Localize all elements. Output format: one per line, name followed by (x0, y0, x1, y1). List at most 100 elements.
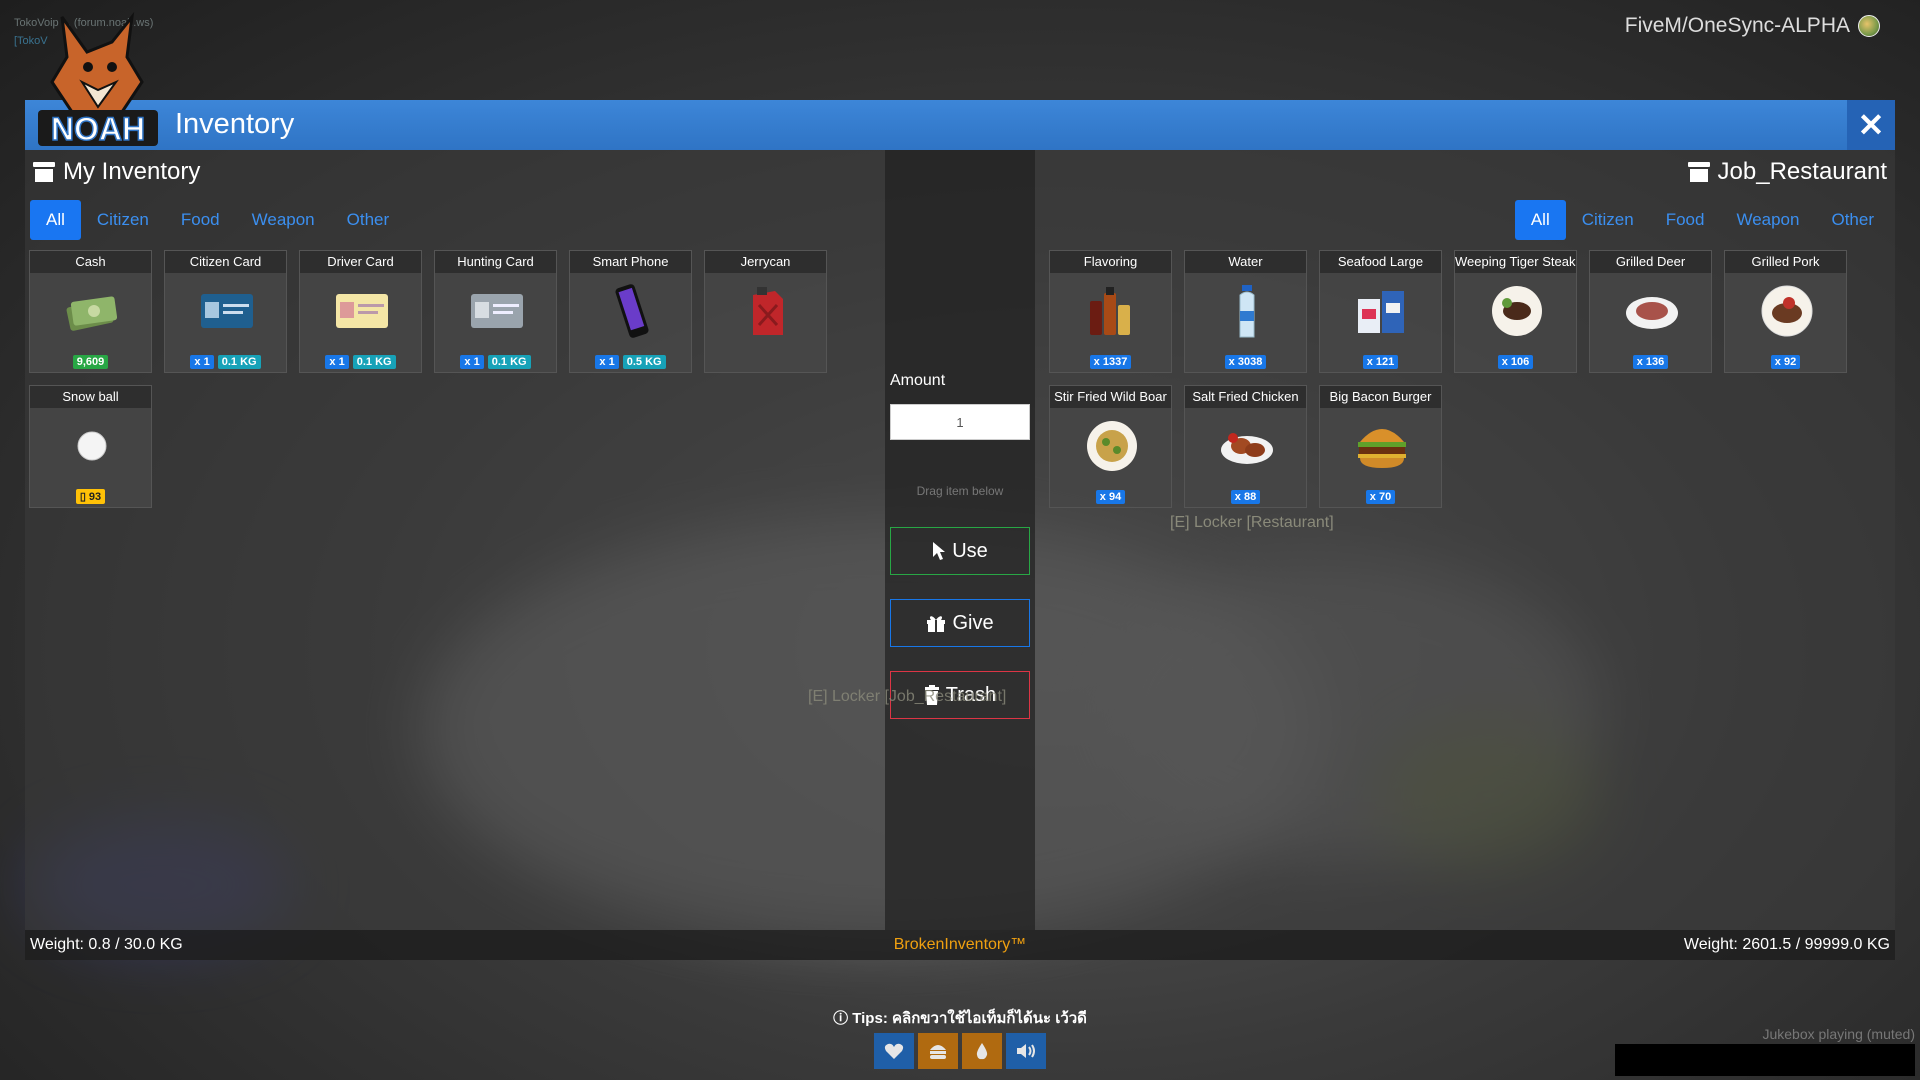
item-badge: 0.5 KG (622, 355, 666, 369)
item-badge: x 1337 (1089, 355, 1132, 369)
job-restaurant-header: Job_Restaurant (1687, 158, 1887, 186)
use-button[interactable]: Use (890, 527, 1030, 575)
item-slot[interactable]: Stir Fried Wild Boar x 94 (1049, 385, 1172, 508)
jukebox-bar (1615, 1044, 1915, 1076)
burger-icon (918, 1033, 958, 1069)
item-slot[interactable]: Seafood Large x 121 (1319, 250, 1442, 373)
item-name: Citizen Card (165, 251, 286, 273)
item-slot[interactable]: Cash 9,609 (29, 250, 152, 373)
item-slot[interactable]: Snow ball ▯ 93 (29, 385, 152, 508)
item-badges: x 121 (1320, 355, 1441, 369)
item-badge: 0.1 KG (352, 355, 396, 369)
tab-weapon[interactable]: Weapon (236, 200, 331, 240)
item-name: Jerrycan (705, 251, 826, 273)
server-name-text: FiveM/OneSync-ALPHA (1624, 14, 1850, 37)
box-icon (1687, 162, 1710, 182)
item-slot[interactable]: Flavoring x 1337 (1049, 250, 1172, 373)
item-slot[interactable]: Big Bacon Burger x 70 (1319, 385, 1442, 508)
right-item-grid: Flavoring x 1337 Water x 3038 Seafood Large x… (1049, 250, 1849, 510)
item-slot[interactable]: Citizen Card x 1 0.1 KG (164, 250, 287, 373)
item-name: Cash (30, 251, 151, 273)
amount-input[interactable] (890, 404, 1030, 440)
item-name: Stir Fried Wild Boar (1050, 386, 1171, 408)
item-name: Flavoring (1050, 251, 1171, 273)
left-category-tabs: All Citizen Food Weapon Other (30, 200, 405, 240)
fried-chicken-icon (1217, 416, 1277, 476)
close-icon: ✕ (1857, 107, 1885, 143)
info-icon: ⓘ (833, 1010, 853, 1027)
right-category-tabs: All Citizen Food Weapon Other (1514, 200, 1890, 240)
id-card-icon (197, 281, 257, 341)
use-label: Use (952, 539, 988, 562)
item-badges: x 88 (1185, 490, 1306, 504)
snowball-icon (62, 416, 122, 476)
hunting-card-icon (467, 281, 527, 341)
tab-food[interactable]: Food (1650, 200, 1721, 240)
close-button[interactable]: ✕ (1847, 100, 1895, 150)
item-name: Driver Card (300, 251, 421, 273)
give-button[interactable]: Give (890, 599, 1030, 647)
my-inventory-header: My Inventory (33, 158, 200, 186)
flavoring-icon (1082, 281, 1142, 341)
item-badges: x 94 (1050, 490, 1171, 504)
tab-all[interactable]: All (1514, 200, 1566, 240)
inventory-window: Inventory ✕ My Inventory All Citizen Food W… (25, 100, 1895, 980)
water-bottle-icon (1217, 281, 1277, 341)
item-badges: x 1337 (1050, 355, 1171, 369)
item-name: Big Bacon Burger (1320, 386, 1441, 408)
jerrycan-icon (737, 281, 797, 341)
item-badge: 0.1 KG (217, 355, 261, 369)
server-globe-icon (1858, 15, 1880, 37)
left-item-grid: Cash 9,609 Citizen Card x 1 0.1 KG Driver Car… (29, 250, 829, 510)
item-slot[interactable]: Water x 3038 (1184, 250, 1307, 373)
tab-food[interactable]: Food (165, 200, 236, 240)
job-weight: Weight: 2601.5 / 99999.0 KG (1683, 936, 1890, 953)
cash-icon (62, 281, 122, 341)
item-badge: x 94 (1095, 490, 1126, 504)
tab-citizen[interactable]: Citizen (1566, 200, 1650, 240)
tab-citizen[interactable]: Citizen (81, 200, 165, 240)
my-inventory-title: My Inventory (63, 158, 201, 185)
item-slot[interactable]: Jerrycan (704, 250, 827, 373)
item-badges: x 3038 (1185, 355, 1306, 369)
tab-all[interactable]: All (30, 200, 81, 240)
action-panel: Amount Drag item below Use Give Trash (885, 150, 1035, 930)
grilled-pork-icon (1757, 281, 1817, 341)
jukebox-text: Jukebox playing (muted) (1762, 1026, 1915, 1042)
item-slot[interactable]: Weeping Tiger Steaks x 106 (1454, 250, 1577, 373)
item-badges: ▯ 93 (30, 489, 151, 504)
item-slot[interactable]: Salt Fried Chicken x 88 (1184, 385, 1307, 508)
item-badge: x 106 (1497, 355, 1534, 369)
tab-weapon[interactable]: Weapon (1720, 200, 1815, 240)
water-drop-icon (962, 1033, 1002, 1069)
item-slot[interactable]: Hunting Card x 1 0.1 KG (434, 250, 557, 373)
item-badges: x 1 0.1 KG (435, 355, 556, 369)
tab-other[interactable]: Other (331, 200, 406, 240)
item-badge: x 70 (1365, 490, 1396, 504)
status-hud (874, 1033, 1046, 1069)
heart-icon (874, 1033, 914, 1069)
item-badges: x 1 0.1 KG (300, 355, 421, 369)
window-titlebar: Inventory ✕ (25, 100, 1895, 150)
phone-icon (602, 281, 662, 341)
job-restaurant-panel: Job_Restaurant All Citizen Food Weapon Other… (1035, 150, 1895, 930)
my-inventory-panel: My Inventory All Citizen Food Weapon Other C… (25, 150, 885, 930)
drag-hint: Drag item below (916, 484, 1004, 498)
brand-label: BrokenInventory™ (893, 936, 1027, 953)
svg-text:NOAH: NOAH (51, 111, 145, 147)
item-slot[interactable]: Grilled Pork x 92 (1724, 250, 1847, 373)
item-slot[interactable]: Driver Card x 1 0.1 KG (299, 250, 422, 373)
item-badge: ▯ 93 (75, 489, 106, 504)
tips-bar: ⓘ Tips: คลิกขวาใช้ไอเท็มก็ได้นะ เว้วดี (0, 1006, 1920, 1030)
item-slot[interactable]: Smart Phone x 1 0.5 KG (569, 250, 692, 373)
item-badge: x 1 (325, 355, 349, 369)
item-badges: x 1 0.5 KG (570, 355, 691, 369)
item-name: Grilled Pork (1725, 251, 1846, 273)
item-slot[interactable]: Grilled Deer x 136 (1589, 250, 1712, 373)
tab-other[interactable]: Other (1815, 200, 1890, 240)
item-badge: 0.1 KG (487, 355, 531, 369)
grilled-deer-icon (1622, 281, 1682, 341)
archive-icon (33, 162, 55, 182)
item-name: Snow ball (30, 386, 151, 408)
item-name: Hunting Card (435, 251, 556, 273)
